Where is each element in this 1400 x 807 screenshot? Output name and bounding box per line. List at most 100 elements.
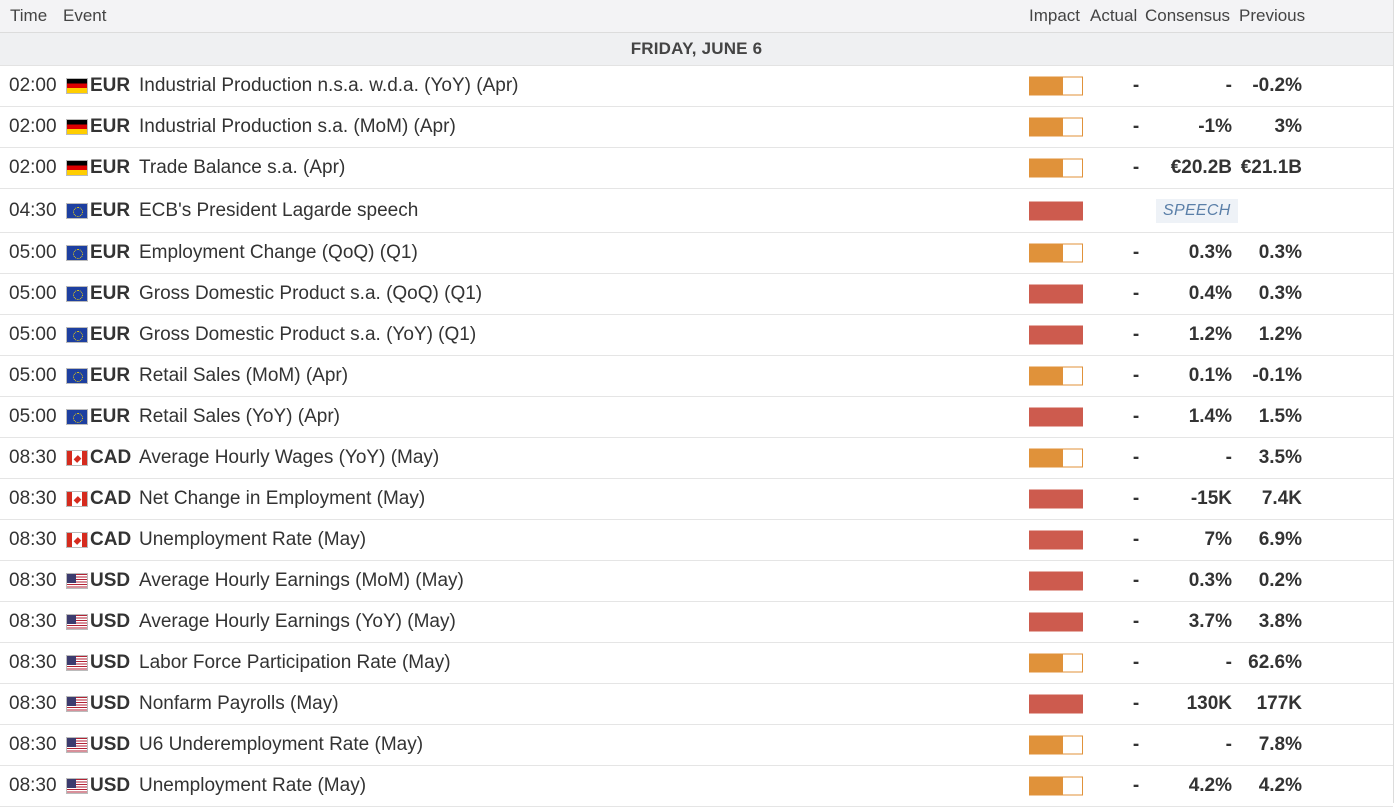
event-name[interactable]: ECB's President Lagarde speech bbox=[139, 200, 418, 222]
previous-value: 6.9% bbox=[1258, 529, 1302, 550]
event-row[interactable]: 05:00 EUR Gross Domestic Product s.a. (YoY… bbox=[0, 315, 1393, 356]
event-row[interactable]: 08:30 CAD Unemployment Rate (May) - 7% 6.9% bbox=[0, 520, 1393, 561]
impact-medium-indicator bbox=[1029, 653, 1083, 673]
previous-value: 0.3% bbox=[1258, 242, 1302, 263]
event-name[interactable]: Average Hourly Earnings (YoY) (May) bbox=[139, 611, 456, 633]
event-time: 05:00 bbox=[9, 283, 57, 304]
usa-flag-icon bbox=[66, 778, 88, 794]
currency-code: USD bbox=[90, 570, 131, 591]
event-time: 08:30 bbox=[9, 734, 57, 755]
impact-high-indicator bbox=[1029, 694, 1083, 714]
currency-code: EUR bbox=[90, 199, 131, 221]
event-row[interactable]: 02:00 EUR Industrial Production s.a. (MoM)… bbox=[0, 107, 1393, 148]
actual-value: - bbox=[1132, 116, 1140, 137]
eu-flag-icon bbox=[66, 202, 88, 219]
event-name[interactable]: Nonfarm Payrolls (May) bbox=[139, 693, 339, 715]
impact-medium-indicator bbox=[1029, 448, 1083, 468]
header-previous[interactable]: Previous bbox=[1239, 6, 1305, 26]
header-impact[interactable]: Impact bbox=[1029, 6, 1080, 26]
previous-value: 7.8% bbox=[1258, 734, 1302, 755]
previous-value: 0.3% bbox=[1258, 283, 1302, 304]
event-row[interactable]: 08:30 CAD Net Change in Employment (May) - -… bbox=[0, 479, 1393, 520]
event-row[interactable]: 02:00 EUR Industrial Production n.s.a. w.d… bbox=[0, 66, 1393, 107]
previous-value: 1.2% bbox=[1258, 324, 1302, 345]
currency-code: CAD bbox=[90, 529, 132, 550]
actual-value: - bbox=[1132, 406, 1140, 427]
actual-value: - bbox=[1132, 324, 1140, 345]
canada-flag-icon bbox=[66, 450, 88, 466]
consensus-value: 4.2% bbox=[1188, 775, 1232, 796]
event-row[interactable]: 04:30 EUR ECB's President Lagarde speech SP… bbox=[0, 189, 1393, 233]
event-name[interactable]: Retail Sales (YoY) (Apr) bbox=[139, 406, 340, 428]
actual-value: - bbox=[1132, 488, 1140, 509]
previous-value: -0.2% bbox=[1252, 75, 1302, 96]
event-row[interactable]: 08:30 USD U6 Underemployment Rate (May) - - 7… bbox=[0, 725, 1393, 766]
eu-flag-icon bbox=[66, 286, 88, 302]
event-row[interactable]: 05:00 EUR Employment Change (QoQ) (Q1) - 0.3… bbox=[0, 233, 1393, 274]
event-name[interactable]: Average Hourly Earnings (MoM) (May) bbox=[139, 570, 464, 592]
consensus-value: - bbox=[1225, 75, 1232, 96]
event-list: 02:00 EUR Industrial Production n.s.a. w.d… bbox=[0, 66, 1393, 807]
event-name[interactable]: Gross Domestic Product s.a. (QoQ) (Q1) bbox=[139, 283, 482, 305]
eu-flag-icon bbox=[66, 368, 88, 384]
event-name[interactable]: Average Hourly Wages (YoY) (May) bbox=[139, 447, 439, 469]
impact-high-indicator bbox=[1029, 284, 1083, 304]
header-consensus[interactable]: Consensus bbox=[1145, 6, 1230, 26]
event-name[interactable]: Unemployment Rate (May) bbox=[139, 529, 366, 551]
table-header: Time Event Impact Actual Consensus Previ… bbox=[0, 0, 1393, 33]
event-row[interactable]: 05:00 EUR Retail Sales (MoM) (Apr) -0.1% -0.… bbox=[0, 356, 1393, 397]
event-row[interactable]: 08:30 USD Unemployment Rate (May) - 4.2% 4.2% bbox=[0, 766, 1393, 807]
event-row[interactable]: 08:30 USD Nonfarm Payrolls (May) - 130K 177K bbox=[0, 684, 1393, 725]
currency-code: EUR bbox=[90, 324, 131, 345]
germany-flag-icon bbox=[66, 78, 88, 94]
usa-flag-icon bbox=[66, 696, 88, 712]
event-row[interactable]: 08:30 USD Average Hourly Earnings (MoM) (M… bbox=[0, 561, 1393, 602]
event-row[interactable]: 08:30 USD Labor Force Participation Rate (… bbox=[0, 643, 1393, 684]
event-name[interactable]: Labor Force Participation Rate (May) bbox=[139, 652, 451, 674]
event-row[interactable]: 02:00 EUR Trade Balance s.a. (Apr) - €20.2B €… bbox=[0, 148, 1393, 189]
event-time: 08:30 bbox=[9, 529, 57, 550]
header-time[interactable]: Time bbox=[10, 6, 47, 26]
impact-high-indicator bbox=[1029, 612, 1083, 632]
event-time: 08:30 bbox=[9, 693, 57, 714]
event-row[interactable]: 08:30 CAD Average Hourly Wages (YoY) (May)… bbox=[0, 438, 1393, 479]
event-name[interactable]: Employment Change (QoQ) (Q1) bbox=[139, 242, 418, 264]
event-name[interactable]: Unemployment Rate (May) bbox=[139, 775, 366, 797]
impact-medium-indicator bbox=[1029, 76, 1083, 96]
eu-flag-icon bbox=[66, 245, 88, 261]
event-row[interactable]: 05:00 EUR Gross Domestic Product s.a. (QoQ… bbox=[0, 274, 1393, 315]
event-time: 05:00 bbox=[9, 324, 57, 345]
event-name[interactable]: Gross Domestic Product s.a. (YoY) (Q1) bbox=[139, 324, 476, 346]
previous-value: 62.6% bbox=[1248, 652, 1302, 673]
germany-flag-icon bbox=[66, 119, 88, 135]
economic-calendar: Time Event Impact Actual Consensus Previ… bbox=[0, 0, 1394, 807]
impact-high-indicator bbox=[1029, 571, 1083, 591]
event-name[interactable]: Retail Sales (MoM) (Apr) bbox=[139, 365, 348, 387]
impact-medium-indicator bbox=[1029, 776, 1083, 796]
actual-value: - bbox=[1132, 611, 1140, 632]
event-name[interactable]: Net Change in Employment (May) bbox=[139, 488, 425, 510]
event-time: 05:00 bbox=[9, 242, 57, 263]
event-name[interactable]: Trade Balance s.a. (Apr) bbox=[139, 157, 345, 179]
event-row[interactable]: 05:00 EUR Retail Sales (YoY) (Apr) - 1.4% 1.5… bbox=[0, 397, 1393, 438]
impact-medium-indicator bbox=[1029, 117, 1083, 137]
event-name[interactable]: U6 Underemployment Rate (May) bbox=[139, 734, 423, 756]
currency-code: CAD bbox=[90, 488, 132, 509]
impact-high-indicator bbox=[1029, 201, 1083, 220]
speech-tag: SPEECH bbox=[1156, 198, 1238, 223]
impact-medium-indicator bbox=[1029, 366, 1083, 386]
header-actual[interactable]: Actual bbox=[1090, 6, 1137, 26]
header-event[interactable]: Event bbox=[63, 6, 106, 26]
event-name[interactable]: Industrial Production n.s.a. w.d.a. (YoY… bbox=[139, 75, 518, 97]
event-name[interactable]: Industrial Production s.a. (MoM) (Apr) bbox=[139, 116, 456, 138]
consensus-value: 0.3% bbox=[1188, 242, 1232, 263]
actual-value: - bbox=[1132, 157, 1140, 178]
previous-value: -0.1% bbox=[1252, 365, 1302, 386]
currency-code: EUR bbox=[90, 75, 131, 96]
previous-value: 177K bbox=[1256, 693, 1302, 714]
impact-medium-indicator bbox=[1029, 158, 1083, 178]
currency-code: EUR bbox=[90, 406, 131, 427]
event-row[interactable]: 08:30 USD Average Hourly Earnings (YoY) (M… bbox=[0, 602, 1393, 643]
actual-value: - bbox=[1132, 75, 1140, 96]
currency-code: EUR bbox=[90, 283, 131, 304]
